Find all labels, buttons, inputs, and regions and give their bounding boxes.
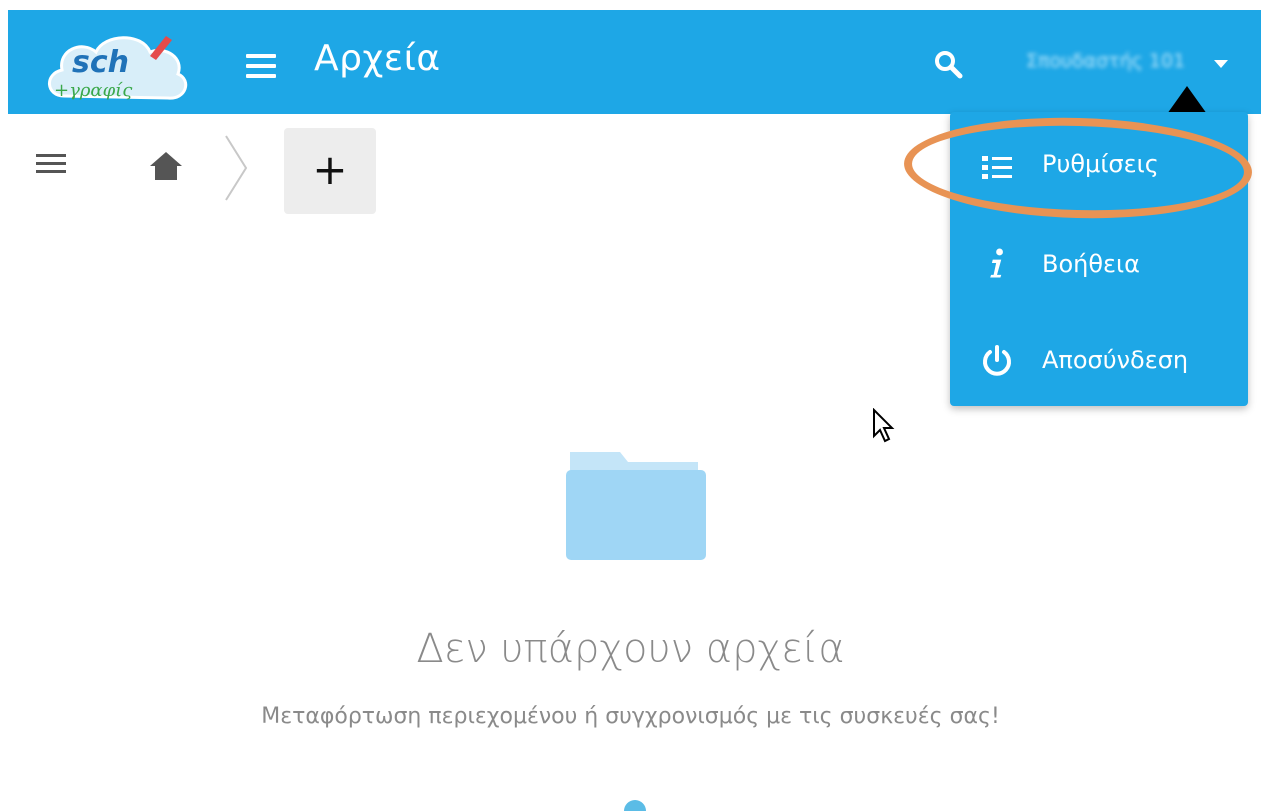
user-menu-toggle[interactable]: Σπουδαστής 101 xyxy=(1020,42,1240,88)
user-dropdown-menu: Ρυθμίσεις Βοήθεια Αποσύνδεση xyxy=(950,112,1248,406)
chevron-down-icon xyxy=(1214,60,1228,68)
menu-item-label: Αποσύνδεση xyxy=(1042,346,1189,374)
user-name: Σπουδαστής 101 xyxy=(1026,50,1186,72)
mouse-cursor-icon xyxy=(873,408,895,443)
dropdown-pointer xyxy=(1167,86,1207,114)
search-icon[interactable] xyxy=(930,46,970,86)
page-title: Αρχεία xyxy=(314,38,441,79)
app-menu-button[interactable] xyxy=(246,50,290,82)
app-logo[interactable]: sch +γραφίς xyxy=(42,26,192,110)
upload-button[interactable] xyxy=(624,800,646,811)
sidebar-toggle-button[interactable] xyxy=(36,150,70,184)
logo-text-sch: sch xyxy=(72,45,129,80)
logo-cloud-icon: sch +γραφίς xyxy=(48,36,188,101)
app-header: sch +γραφίς Αρχεία Σπουδαστής 101 xyxy=(8,10,1261,114)
info-icon xyxy=(990,248,1003,278)
menu-item-label: Βοήθεια xyxy=(1042,250,1140,278)
menu-item-label: Ρυθμίσεις xyxy=(1042,150,1159,178)
home-icon[interactable] xyxy=(146,146,186,186)
breadcrumb-separator xyxy=(225,135,248,201)
folder-icon xyxy=(566,452,706,560)
menu-item-settings[interactable]: Ρυθμίσεις xyxy=(950,118,1248,210)
power-icon xyxy=(983,345,1011,376)
logo-text-grafis: +γραφίς xyxy=(54,80,133,101)
empty-state-title: Δεν υπάρχουν αρχεία xyxy=(416,626,845,672)
menu-item-help[interactable]: Βοήθεια xyxy=(950,216,1248,308)
empty-state-subtitle: Μεταφόρτωση περιεχομένου ή συγχρονισμός … xyxy=(261,704,1000,729)
add-button[interactable]: + xyxy=(284,128,376,214)
menu-item-logout[interactable]: Αποσύνδεση xyxy=(950,312,1248,404)
settings-list-icon xyxy=(982,156,1012,179)
